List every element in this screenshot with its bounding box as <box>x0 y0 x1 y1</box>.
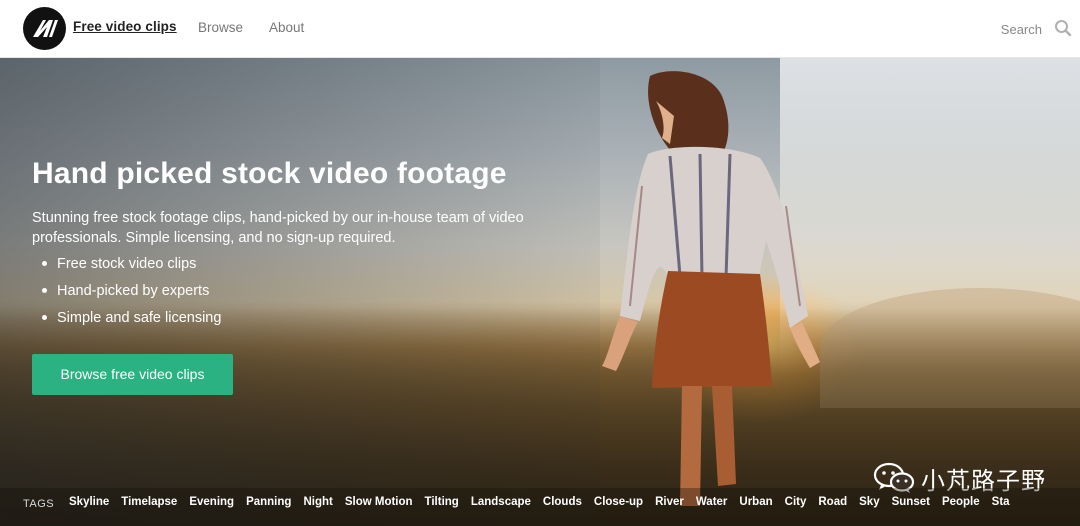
tag-link[interactable]: River <box>655 496 684 508</box>
tag-link[interactable]: Water <box>696 496 728 508</box>
tag-link[interactable]: Urban <box>739 496 772 508</box>
hero-description: Stunning free stock footage clips, hand-… <box>32 210 524 246</box>
hero-title: Hand picked stock video footage <box>32 157 507 190</box>
tag-link[interactable]: Night <box>303 496 332 508</box>
hero-feature-list: Free stock video clips Hand-picked by ex… <box>42 254 221 335</box>
tag-link[interactable]: Panning <box>246 496 291 508</box>
browse-clips-button[interactable]: Browse free video clips <box>32 354 233 395</box>
tag-link[interactable]: Close-up <box>594 496 643 508</box>
tag-link[interactable]: Slow Motion <box>345 496 413 508</box>
tag-link[interactable]: Sta <box>992 496 1010 508</box>
tag-link[interactable]: Sky <box>859 496 879 508</box>
tag-link[interactable]: Clouds <box>543 496 582 508</box>
search-icon[interactable] <box>1054 19 1072 37</box>
tag-link[interactable]: City <box>785 496 807 508</box>
tags-bar: TAGS Skyline Timelapse Evening Panning Night… <box>0 488 1080 526</box>
nav-browse-link[interactable]: Browse <box>198 20 243 35</box>
feature-item: Free stock video clips <box>42 254 221 281</box>
hero-banner: Hand picked stock video footage Stunning… <box>0 58 1080 526</box>
search-box <box>950 0 1080 58</box>
search-input[interactable] <box>950 16 1044 42</box>
tag-link[interactable]: Sunset <box>892 496 930 508</box>
m-logo-icon[interactable] <box>23 7 66 50</box>
tag-link[interactable]: Road <box>818 496 847 508</box>
tag-link[interactable]: People <box>942 496 980 508</box>
tag-link[interactable]: Evening <box>189 496 234 508</box>
top-navigation: Free video clips Browse About <box>0 0 1080 58</box>
feature-item: Hand-picked by experts <box>42 281 221 308</box>
nav-about-link[interactable]: About <box>269 20 304 35</box>
tags-label: TAGS <box>23 498 55 510</box>
tag-link[interactable]: Skyline <box>69 496 109 508</box>
site-title-link[interactable]: Free video clips <box>73 19 177 34</box>
feature-item: Simple and safe licensing <box>42 308 221 335</box>
hero-woman-image <box>602 71 820 506</box>
tags-list: Skyline Timelapse Evening Panning Night Slow … <box>69 496 1022 508</box>
tag-link[interactable]: Timelapse <box>121 496 177 508</box>
tag-link[interactable]: Landscape <box>471 496 531 508</box>
tag-link[interactable]: Tilting <box>425 496 459 508</box>
